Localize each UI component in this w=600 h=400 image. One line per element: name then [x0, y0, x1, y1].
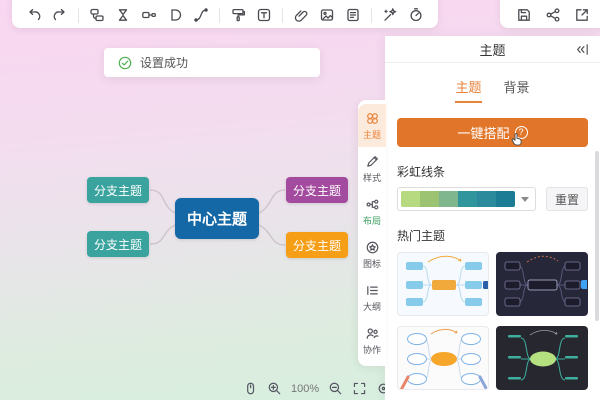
mindmap-center-node[interactable]: 中心主题 [175, 198, 259, 239]
theme-thumbnail-blue-light[interactable] [397, 252, 489, 316]
strip-item-style[interactable]: 样式 [358, 147, 386, 190]
panel-tabs: 主题 背景 [385, 63, 600, 109]
popular-themes-label: 热门主题 [397, 229, 446, 243]
reset-button[interactable]: 重置 [546, 187, 588, 211]
toast-text: 设置成功 [140, 56, 189, 70]
toolbar-divider [219, 7, 220, 23]
redo-icon[interactable] [52, 7, 68, 23]
rainbow-lines-label: 彩虹线条 [397, 165, 446, 179]
relationship-icon[interactable] [167, 7, 183, 23]
toast-success: 设置成功 [104, 48, 320, 77]
toolbar-divider [78, 7, 79, 23]
theme-icon [366, 113, 378, 124]
strip-item-icons[interactable]: 图标 [358, 233, 386, 276]
strip-item-collaboration[interactable]: 协作 [358, 319, 386, 362]
theme-panel: 主题 主题 背景 一键搭配 ? 彩虹线条 重置 热门主题 [385, 36, 600, 400]
share-icon[interactable] [545, 7, 561, 23]
insert-image-icon[interactable] [319, 7, 335, 23]
attachment-icon[interactable] [293, 7, 309, 23]
zoom-level[interactable]: 100% [291, 383, 319, 395]
fit-screen-icon[interactable] [352, 381, 367, 396]
mindmap-branch-node[interactable]: 分支主题 [87, 231, 149, 257]
ai-beautify-icon[interactable] [382, 7, 398, 23]
app-canvas: 中心主题 分支主题 分支主题 分支主题 分支主题 设置成功 100% 主题 主题… [0, 0, 600, 400]
export-icon[interactable] [574, 7, 590, 23]
format-painter-icon[interactable] [230, 7, 246, 23]
side-strip: 主题 样式 布局 图标 大纲 协作 [358, 100, 386, 366]
one-click-match-label: 一键搭配 [457, 126, 510, 141]
panel-scrollbar[interactable] [595, 151, 599, 321]
mindmap-branch-node[interactable]: 分支主题 [286, 177, 348, 203]
zoom-in-icon[interactable] [267, 381, 282, 396]
one-click-match-button[interactable]: 一键搭配 ? [397, 118, 588, 147]
zoom-out-icon[interactable] [328, 381, 343, 396]
strip-item-outline[interactable]: 大纲 [358, 276, 386, 319]
style-icon [366, 156, 378, 167]
panel-header: 主题 [385, 36, 600, 63]
insert-sibling-topic-icon[interactable] [89, 7, 105, 23]
strip-item-theme[interactable]: 主题 [358, 104, 386, 147]
panel-title: 主题 [479, 42, 506, 58]
save-icon[interactable] [516, 7, 532, 23]
undo-icon[interactable] [26, 7, 42, 23]
tab-background[interactable]: 背景 [504, 77, 530, 103]
theme-thumbnail-dark-navy[interactable] [496, 252, 588, 316]
mouse-cursor-hand [511, 133, 522, 146]
theme-thumbnail-hand-drawn-light[interactable] [397, 326, 489, 390]
toolbar-divider [371, 7, 372, 23]
chevron-down-icon [521, 196, 529, 202]
mindmap-branch-node[interactable]: 分支主题 [286, 232, 348, 258]
theme-thumbnail-dark-green[interactable] [496, 326, 588, 390]
text-box-icon[interactable] [256, 7, 272, 23]
mindmap-branch-node[interactable]: 分支主题 [87, 177, 149, 203]
presentation-timer-icon[interactable] [408, 7, 424, 23]
check-circle-icon [118, 56, 132, 69]
main-toolbar [12, 0, 438, 28]
collapse-panel-icon[interactable] [575, 42, 590, 57]
collaboration-icon [366, 328, 378, 339]
strip-item-layout[interactable]: 布局 [358, 190, 386, 233]
relation-line-icon[interactable] [193, 7, 209, 23]
file-toolbar [500, 0, 600, 28]
rainbow-row: 重置 [397, 187, 588, 211]
rainbow-gradient-swatch [401, 191, 515, 207]
icons-icon [366, 241, 378, 254]
tab-theme[interactable]: 主题 [455, 77, 482, 103]
insert-child-topic-icon[interactable] [141, 7, 157, 23]
outline-icon [366, 286, 378, 295]
drag-mode-icon[interactable] [243, 381, 258, 396]
layout-icon [365, 199, 378, 210]
toolbar-divider [282, 7, 283, 23]
summary-icon[interactable] [115, 7, 131, 23]
popular-themes-grid [397, 252, 588, 390]
rainbow-gradient-select[interactable] [397, 187, 536, 211]
note-icon[interactable] [345, 7, 361, 23]
